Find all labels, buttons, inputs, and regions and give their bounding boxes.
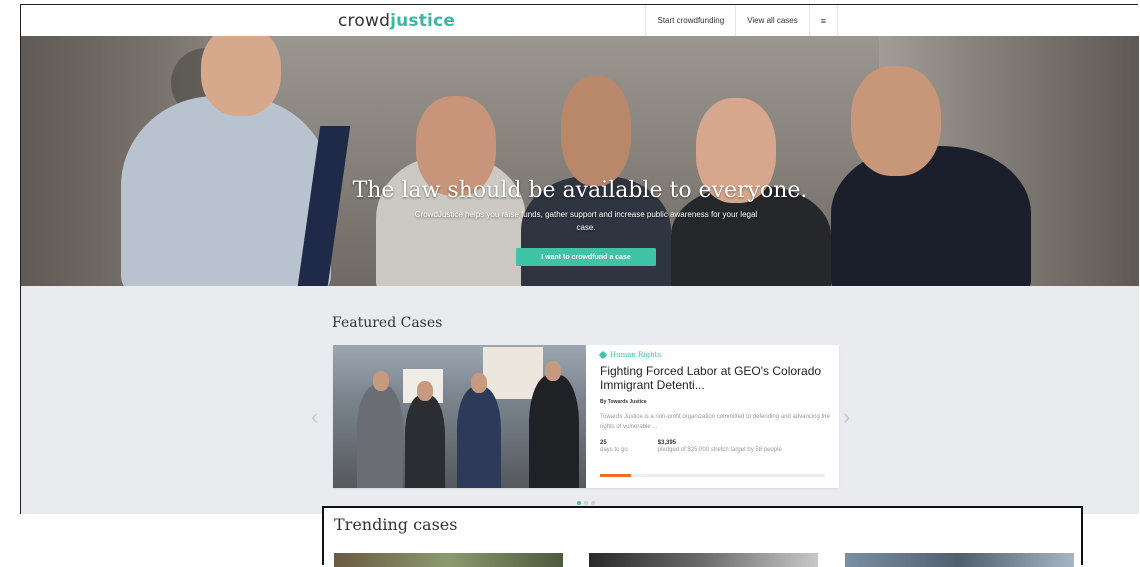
trending-heading: Trending cases <box>334 515 458 534</box>
nav-view-all-cases[interactable]: View all cases <box>735 5 809 36</box>
menu-button[interactable]: ≡ <box>808 5 838 36</box>
carousel-dot[interactable] <box>577 501 581 505</box>
nav-start-crowdfunding[interactable]: Start crowdfunding <box>645 5 735 36</box>
menu-icon: ≡ <box>820 15 826 26</box>
case-category[interactable]: Human Rights <box>598 350 830 360</box>
top-nav: crowdjustice Start crowdfunding View all… <box>20 4 1138 36</box>
featured-case-card[interactable]: Human Rights Fighting Forced Labor at GE… <box>333 345 839 488</box>
crowdfund-case-button[interactable]: I want to crowdfund a case <box>516 248 656 266</box>
photo-person-d <box>529 375 579 488</box>
photo-head-c <box>471 373 487 393</box>
case-description: Towards Justice is a non-profit organiza… <box>600 414 830 430</box>
case-stats: 25 days to go $3,395 pledged of $25,000 … <box>600 440 782 454</box>
carousel-next-arrow-icon[interactable]: › <box>843 404 850 430</box>
hero-person-5-head <box>851 66 941 176</box>
carousel-dot[interactable] <box>591 501 595 505</box>
hero-person-5 <box>831 146 1031 286</box>
logo-text-crowd: crowd <box>338 11 391 31</box>
photo-head-a <box>373 371 389 391</box>
funding-progress-bar <box>600 474 825 477</box>
trending-section: Trending cases <box>322 506 1083 567</box>
page: crowdjustice Start crowdfunding View all… <box>0 0 1140 567</box>
pledged-label: pledged of $25,000 stretch target by 58 … <box>657 447 782 453</box>
funding-progress-fill <box>600 474 631 477</box>
hero-title: The law should be available to everyone. <box>352 178 808 203</box>
photo-person-b <box>405 395 445 488</box>
featured-section: Featured Cases ‹ › Human Rights Fighting… <box>20 286 1139 514</box>
carousel-dot[interactable] <box>584 501 588 505</box>
hero-person-3-head <box>561 76 631 186</box>
pledged-stat: $3,395 pledged of $25,000 stretch target… <box>658 440 782 454</box>
hero-subtitle: CrowdJustice helps you raise funds, gath… <box>414 210 758 232</box>
case-photo <box>333 345 586 488</box>
case-details: Human Rights Fighting Forced Labor at GE… <box>598 350 830 432</box>
carousel-dots <box>577 501 595 505</box>
photo-head-b <box>417 381 433 401</box>
case-title[interactable]: Fighting Forced Labor at GEO's Colorado … <box>600 364 830 392</box>
carousel-prev-arrow-icon[interactable]: ‹ <box>311 404 318 430</box>
case-author: By Towards Justice <box>600 399 647 405</box>
days-label: days to go <box>600 447 628 453</box>
hero-banner: The law should be available to everyone.… <box>20 36 1139 286</box>
hero-person-1-head <box>201 36 281 116</box>
site-logo[interactable]: crowdjustice <box>338 11 455 31</box>
featured-heading: Featured Cases <box>332 315 443 331</box>
logo-text-justice: justice <box>390 11 456 31</box>
days-stat: 25 days to go <box>600 440 628 454</box>
nav-links: Start crowdfunding View all cases ≡ <box>645 5 838 36</box>
tag-icon <box>598 350 608 360</box>
photo-person-a <box>357 385 403 488</box>
photo-person-c <box>457 387 501 488</box>
photo-head-d <box>545 361 561 381</box>
case-category-label: Human Rights <box>610 351 662 359</box>
